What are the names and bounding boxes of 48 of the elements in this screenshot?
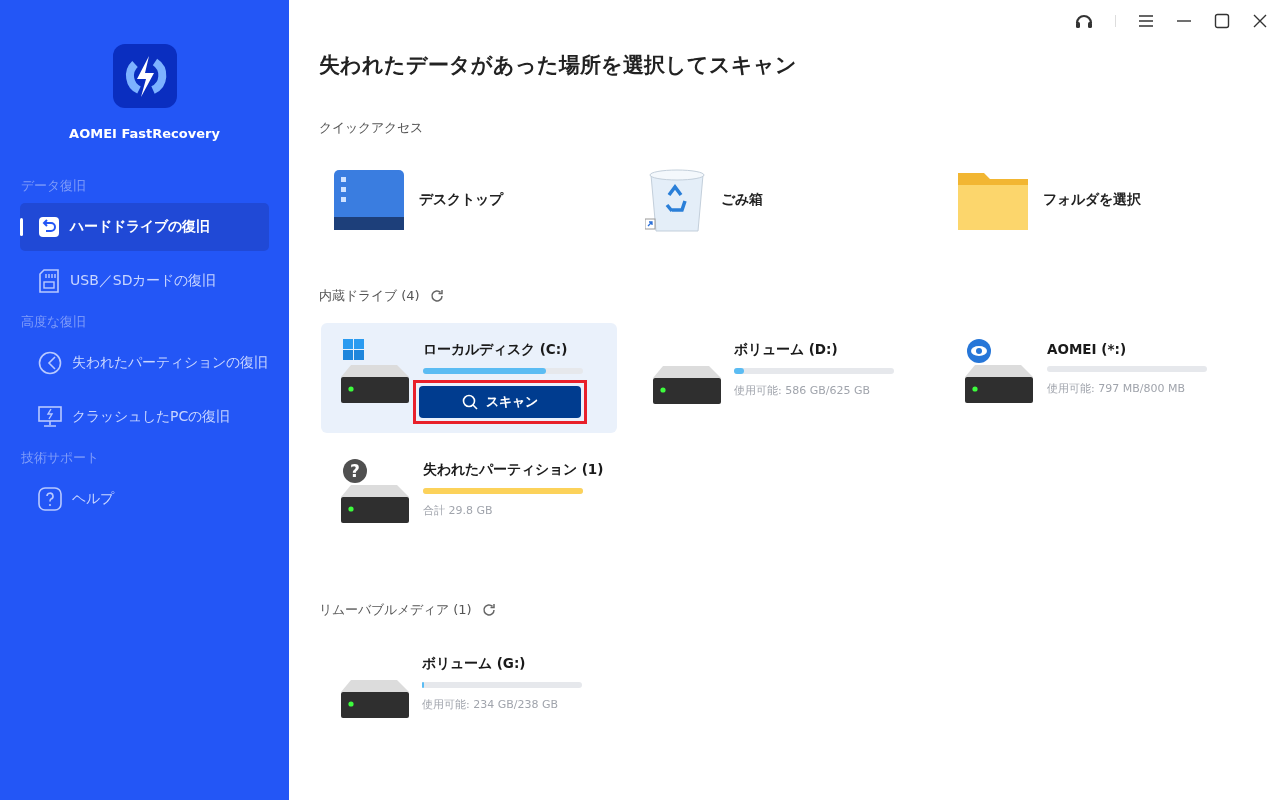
recycle-bin-icon	[645, 167, 707, 233]
partition-icon	[38, 351, 62, 375]
page-title: 失われたデータがあった場所を選択してスキャン	[319, 52, 798, 79]
drive-capacity: 使用可能: 234 GB/238 GB	[422, 697, 560, 712]
hard-drive-icon	[340, 679, 410, 719]
drive-name: AOMEI (*:)	[1047, 341, 1128, 357]
app-name: AOMEI FastRecovery	[69, 126, 220, 141]
hard-drive-icon	[652, 365, 722, 405]
menu-icon[interactable]	[1138, 14, 1154, 28]
drive-capacity: 使用可能: 586 GB/625 GB	[734, 383, 872, 398]
sidebar-item[interactable]: ハードドライブの復旧	[20, 203, 269, 251]
close-icon[interactable]	[1252, 13, 1268, 29]
restore-icon	[38, 216, 60, 238]
sd-card-icon	[38, 269, 60, 293]
drive-card[interactable]: ボリューム (G:) 使用可能: 234 GB/238 GB	[321, 637, 617, 747]
sidebar-item[interactable]: 失われたパーティションの復旧	[20, 339, 269, 387]
scan-button[interactable]: スキャン	[419, 386, 581, 418]
drive-capacity: 使用可能: 797 MB/800 MB	[1047, 381, 1186, 396]
quick-access-item[interactable]: デスクトップ	[319, 161, 631, 239]
desktop-window-icon	[333, 169, 405, 231]
drive-card[interactable]: AOMEI (*:) 使用可能: 797 MB/800 MB	[945, 323, 1241, 433]
sidebar-item[interactable]: クラッシュしたPCの復旧	[20, 393, 269, 441]
quick-access-item[interactable]: フォルダを選択	[943, 161, 1255, 239]
sidebar-heading: データ復旧	[21, 177, 87, 195]
drive-name: ローカルディスク (C:)	[423, 341, 569, 359]
drive-name: ボリューム (G:)	[422, 655, 527, 673]
search-icon	[462, 394, 478, 410]
headset-icon[interactable]	[1075, 12, 1093, 30]
refresh-icon[interactable]	[481, 603, 496, 617]
sidebar-heading: 高度な復旧	[21, 313, 87, 331]
section-heading: 内蔵ドライブ (4)	[319, 287, 420, 305]
sidebar-heading: 技術サポート	[21, 449, 100, 467]
drive-name: 失われたパーティション (1)	[423, 461, 605, 479]
section-heading: リムーバブルメディア (1)	[319, 601, 472, 619]
drive-card[interactable]: ボリューム (D:) 使用可能: 586 GB/625 GB	[633, 323, 929, 433]
quick-access-item[interactable]: ごみ箱	[631, 161, 943, 239]
monitor-icon	[38, 406, 62, 428]
drive-name: ボリューム (D:)	[734, 341, 839, 359]
section-heading: クイックアクセス	[319, 119, 423, 137]
lightning-logo-icon	[112, 44, 177, 108]
help-icon	[38, 487, 62, 511]
drive-capacity: 合計 29.8 GB	[423, 503, 494, 518]
sidebar-item[interactable]: ヘルプ	[20, 475, 269, 523]
refresh-icon[interactable]	[429, 289, 444, 303]
maximize-icon[interactable]	[1214, 13, 1230, 29]
drive-card[interactable]: ? 失われたパーティション (1) 合計 29.8 GB	[321, 443, 617, 553]
sidebar-item[interactable]: USB／SDカードの復旧	[20, 257, 269, 305]
selected-drive-card[interactable]: ローカルディスク (C:) スキャン	[321, 323, 617, 433]
